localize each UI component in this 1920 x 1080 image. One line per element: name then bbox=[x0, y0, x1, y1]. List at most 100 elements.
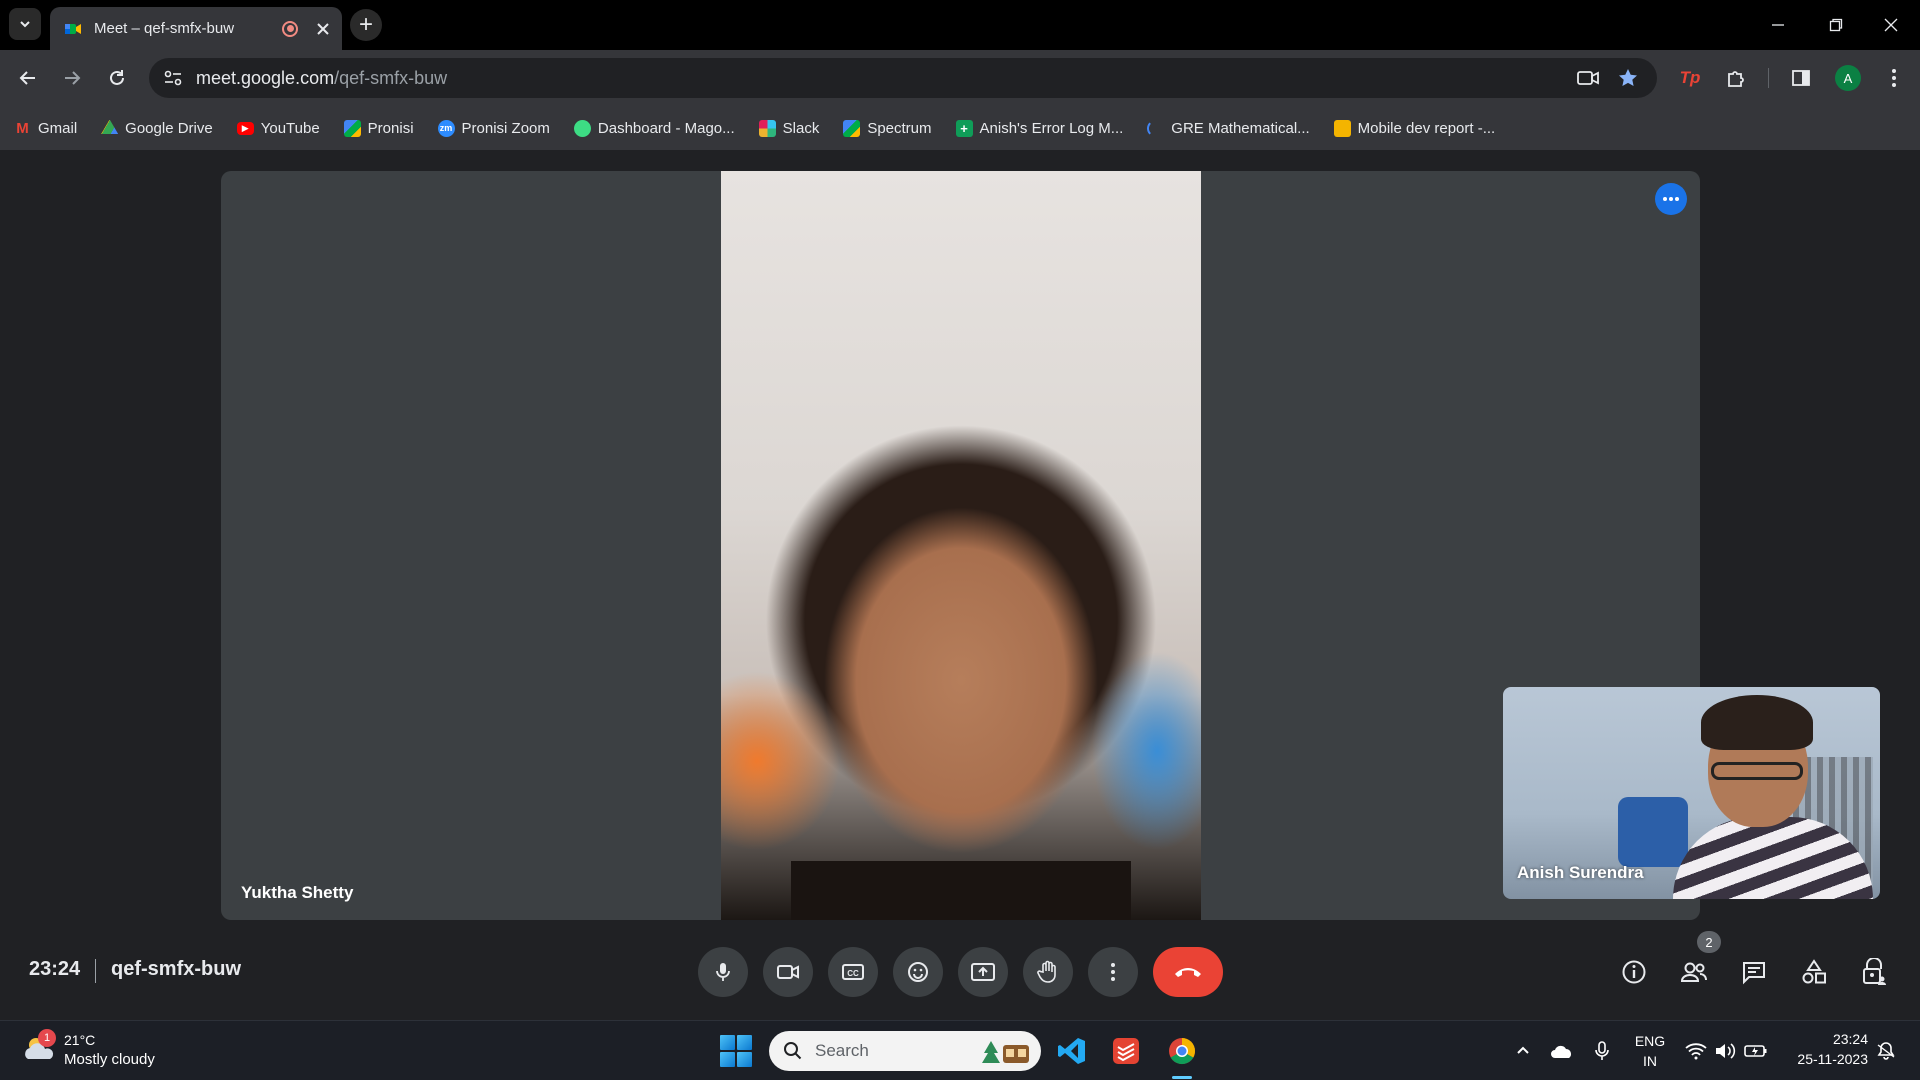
bookmarks-bar: M Gmail Google Drive ▶ YouTube Pronisi zm P… bbox=[0, 106, 1920, 150]
info-icon bbox=[1622, 960, 1646, 984]
microphone-tray[interactable] bbox=[1590, 1039, 1614, 1063]
more-options-button[interactable] bbox=[1088, 947, 1138, 997]
present-screen-button[interactable] bbox=[958, 947, 1008, 997]
bookmark-gmail[interactable]: M Gmail bbox=[14, 120, 77, 137]
bookmark-google-drive[interactable]: Google Drive bbox=[101, 119, 213, 137]
browser-toolbar: meet.google.com/qef-smfx-buw Tp A bbox=[0, 50, 1920, 106]
slack-icon bbox=[758, 119, 776, 137]
people-icon bbox=[1680, 962, 1707, 982]
participant-tile-main[interactable]: Yuktha Shetty bbox=[221, 171, 1700, 920]
camera-in-use-icon[interactable] bbox=[1576, 68, 1600, 88]
microphone-button[interactable] bbox=[698, 947, 748, 997]
bookmark-mobile-dev-report[interactable]: Mobile dev report -... bbox=[1333, 119, 1495, 137]
youtube-icon: ▶ bbox=[236, 121, 254, 135]
taskbar-clock-time[interactable]: 23:24 bbox=[1780, 1031, 1868, 1047]
tab-search-button[interactable] bbox=[9, 8, 41, 40]
microphone-icon bbox=[1595, 1041, 1609, 1060]
tp-extension-button[interactable]: Tp bbox=[1674, 62, 1706, 94]
raise-hand-button[interactable] bbox=[1023, 947, 1073, 997]
reload-icon bbox=[110, 70, 124, 85]
slides-icon bbox=[1333, 119, 1351, 137]
sheets-icon: + bbox=[955, 119, 973, 137]
start-button[interactable] bbox=[720, 1035, 752, 1067]
taskbar-vscode[interactable] bbox=[1054, 1033, 1090, 1069]
kebab-menu-icon bbox=[1892, 69, 1896, 87]
close-icon[interactable] bbox=[316, 22, 330, 36]
bookmark-youtube[interactable]: ▶ YouTube bbox=[236, 120, 320, 137]
reload-button[interactable] bbox=[101, 62, 133, 94]
leave-call-button[interactable] bbox=[1153, 947, 1223, 997]
people-button[interactable] bbox=[1672, 950, 1716, 994]
back-button[interactable] bbox=[12, 62, 44, 94]
show-hidden-icons-button[interactable] bbox=[1511, 1039, 1535, 1063]
bookmark-star-icon[interactable] bbox=[1617, 67, 1639, 89]
todoist-icon bbox=[1113, 1038, 1139, 1064]
battery-charging-icon bbox=[1744, 1045, 1767, 1057]
weather-temperature[interactable]: 21°C bbox=[64, 1032, 95, 1048]
site-info-icon[interactable] bbox=[163, 68, 183, 88]
restore-button[interactable] bbox=[1807, 0, 1865, 50]
activities-shapes-icon bbox=[1802, 959, 1826, 984]
gmail-icon: M bbox=[16, 119, 29, 137]
captions-button[interactable]: CC bbox=[828, 947, 878, 997]
taskbar-todoist[interactable] bbox=[1108, 1033, 1144, 1069]
minimize-button[interactable] bbox=[1749, 0, 1807, 50]
tile-more-options-button[interactable] bbox=[1655, 183, 1687, 215]
minimize-icon bbox=[1772, 24, 1784, 26]
weather-description[interactable]: Mostly cloudy bbox=[64, 1051, 155, 1068]
input-region[interactable]: IN bbox=[1634, 1053, 1666, 1069]
browser-menu-button[interactable] bbox=[1878, 62, 1910, 94]
camera-button[interactable] bbox=[763, 947, 813, 997]
microphone-icon bbox=[716, 963, 730, 981]
bookmark-gre[interactable]: GRE Mathematical... bbox=[1147, 119, 1310, 137]
loading-icon bbox=[1147, 119, 1164, 137]
browser-tab-strip: Meet – qef-smfx-buw + bbox=[0, 0, 1920, 50]
notification-badge: 1 bbox=[38, 1029, 56, 1047]
windows-logo-icon bbox=[737, 1052, 752, 1067]
input-language[interactable]: ENG bbox=[1634, 1033, 1666, 1049]
svg-text:CC: CC bbox=[847, 969, 859, 978]
end-call-icon bbox=[1175, 968, 1201, 977]
onedrive-tray[interactable] bbox=[1550, 1039, 1574, 1063]
volume-tray[interactable] bbox=[1713, 1039, 1737, 1063]
battery-tray[interactable] bbox=[1744, 1039, 1768, 1063]
extensions-button[interactable] bbox=[1720, 62, 1752, 94]
present-screen-icon bbox=[971, 963, 995, 981]
active-app-indicator bbox=[1172, 1076, 1192, 1079]
forward-button[interactable] bbox=[56, 62, 88, 94]
notifications-button[interactable] bbox=[1874, 1039, 1898, 1063]
video-background-detail bbox=[1618, 797, 1688, 867]
activities-button[interactable] bbox=[1792, 950, 1836, 994]
reactions-button[interactable] bbox=[893, 947, 943, 997]
recording-indicator-icon bbox=[282, 20, 298, 37]
tab-meet[interactable]: Meet – qef-smfx-buw bbox=[50, 7, 342, 50]
camera-icon bbox=[777, 965, 799, 979]
meeting-details-button[interactable] bbox=[1612, 950, 1656, 994]
profile-button[interactable]: A bbox=[1832, 62, 1864, 94]
wifi-tray[interactable] bbox=[1684, 1039, 1708, 1063]
address-bar[interactable]: meet.google.com/qef-smfx-buw bbox=[149, 58, 1657, 98]
participant-tile-self[interactable]: Anish Surendra bbox=[1503, 687, 1880, 899]
windows-logo-icon bbox=[720, 1035, 735, 1050]
dashboard-icon bbox=[573, 119, 591, 137]
bookmark-slack[interactable]: Slack bbox=[758, 119, 819, 137]
bookmark-pronisi-zoom[interactable]: zm Pronisi Zoom bbox=[437, 119, 550, 137]
taskbar-chrome[interactable] bbox=[1164, 1033, 1200, 1069]
bookmark-dashboard[interactable]: Dashboard - Mago... bbox=[573, 119, 735, 137]
windows-logo-icon bbox=[737, 1035, 752, 1050]
side-panel-button[interactable] bbox=[1785, 62, 1817, 94]
host-controls-button[interactable] bbox=[1852, 950, 1896, 994]
arrow-right-icon bbox=[65, 71, 81, 85]
meeting-code: qef-smfx-buw bbox=[111, 958, 241, 980]
bookmark-pronisi[interactable]: Pronisi bbox=[343, 119, 414, 137]
bookmark-error-log[interactable]: + Anish's Error Log M... bbox=[955, 119, 1123, 137]
bookmark-spectrum[interactable]: Spectrum bbox=[843, 119, 932, 137]
taskbar-clock-date[interactable]: 25-11-2023 bbox=[1780, 1051, 1868, 1067]
new-tab-button[interactable]: + bbox=[350, 9, 382, 41]
video-background-detail bbox=[1091, 651, 1201, 851]
chevron-down-icon bbox=[20, 21, 30, 28]
close-window-button[interactable] bbox=[1862, 0, 1920, 50]
taskbar-search-box[interactable]: Search bbox=[769, 1031, 1041, 1071]
close-icon bbox=[1884, 18, 1898, 32]
chat-button[interactable] bbox=[1732, 950, 1776, 994]
